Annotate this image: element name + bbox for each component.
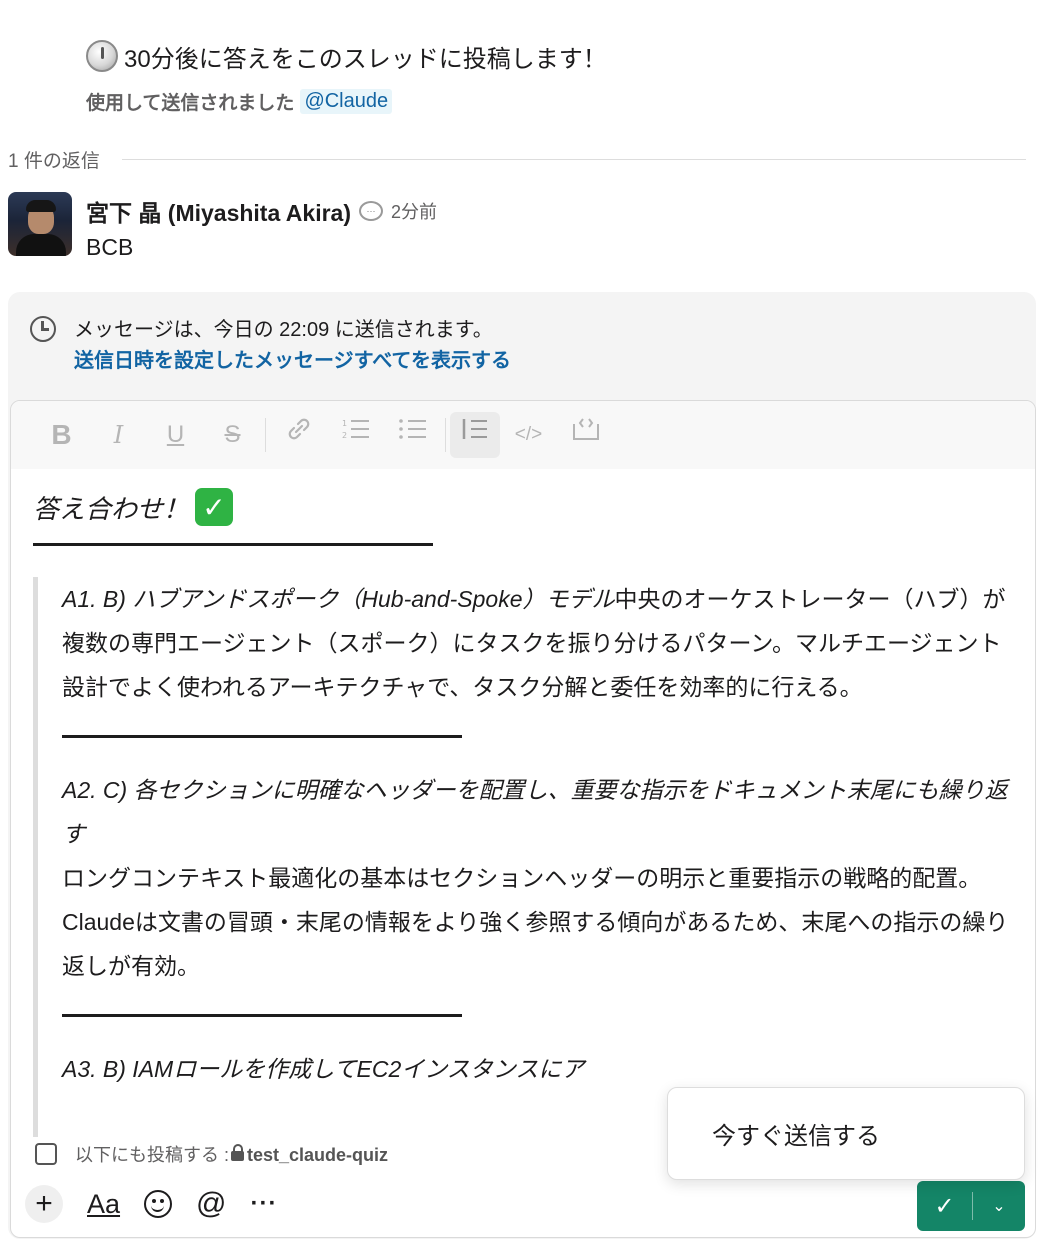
underline-button[interactable]: U [147, 415, 204, 455]
bullet-list-icon[interactable] [384, 415, 441, 455]
format-toolbar: B I U S 12 </> [11, 401, 1035, 469]
more-icon[interactable]: ··· [251, 1190, 278, 1218]
reply-timestamp[interactable]: 2分前 [391, 198, 437, 224]
plus-icon[interactable]: + [25, 1185, 63, 1223]
bullet-list-glyph [398, 419, 426, 439]
crosspost-option: 以下にも投稿する : test_claude-quiz [35, 1141, 388, 1167]
author-name[interactable]: 宮下 晶 (Miyashita Akira) [86, 194, 351, 228]
confirm-schedule-button[interactable]: ✓ [917, 1192, 972, 1221]
divider-line [62, 1014, 462, 1017]
ordered-list-glyph: 12 [342, 419, 369, 440]
parent-message-line: 30分後に答えをこのスレッドに投稿します！ [86, 38, 607, 74]
send-button-group: ✓ ⌄ [917, 1181, 1025, 1231]
toolbar-divider [445, 418, 446, 452]
divider-line [33, 543, 433, 546]
code-block-glyph [572, 418, 599, 440]
sent-via-line: 使用して送信されました @Claude [86, 88, 607, 115]
view-scheduled-messages-link[interactable]: 送信日時を設定したメッセージすべてを表示する [74, 346, 511, 376]
link-glyph [288, 418, 309, 440]
answer-1: A1. B) ハブアンドスポーク（Hub-and-Spoke）モデル中央のオーケ… [62, 577, 1013, 709]
reply-count: 1 件の返信 [8, 151, 100, 172]
ordered-list-icon[interactable]: 12 [327, 415, 384, 455]
send-now-option[interactable]: 今すぐ送信する [712, 1116, 880, 1151]
lock-icon [231, 1144, 245, 1161]
answer-3: A3. B) IAMロールを作成してEC2インスタンスにア [62, 1047, 1013, 1091]
blockquote-icon[interactable] [450, 412, 500, 458]
parent-message: 30分後に答えをこのスレッドに投稿します！ 使用して送信されました @Claud… [86, 38, 607, 115]
svg-text:1: 1 [342, 419, 347, 428]
blockquote-glyph [462, 419, 487, 439]
answer-2: A2. C) 各セクションに明確なヘッダーを配置し、重要な指示をドキュメント末尾… [62, 768, 1013, 988]
reply-header: 宮下 晶 (Miyashita Akira) ··· 2分前 [86, 194, 437, 228]
parent-message-text: 30分後に答えをこのスレッドに投稿します！ [124, 45, 607, 73]
reply-text: BCB [86, 234, 134, 260]
claude-mention-link[interactable]: @Claude [300, 89, 393, 114]
emoji-icon[interactable] [144, 1190, 173, 1218]
crosspost-checkbox[interactable] [35, 1143, 57, 1165]
answer-3-choice: A3. B) IAMロールを作成してEC2インスタンスにア [62, 1056, 585, 1082]
editor-title-line: 答え合わせ！ ✓ [33, 485, 1013, 529]
chevron-down-icon[interactable]: ⌄ [973, 1196, 1025, 1216]
formatting-toggle-button[interactable]: Aa [87, 1189, 120, 1220]
italic-button[interactable]: I [90, 415, 147, 455]
avatar-hair [26, 200, 56, 212]
link-icon[interactable] [270, 415, 327, 455]
scheduled-notice-text: メッセージは、今日の 22:09 に送信されます。 [74, 319, 493, 341]
send-now-popup: 今すぐ送信する [667, 1087, 1025, 1180]
toolbar-divider [265, 418, 266, 452]
scheduled-notice: メッセージは、今日の 22:09 に送信されます。 送信日時を設定したメッセージ… [30, 314, 511, 376]
code-icon[interactable]: </> [500, 415, 557, 455]
crosspost-label: 以下にも投稿する : [75, 1145, 230, 1165]
editor-header[interactable]: 答え合わせ！ ✓ [33, 485, 1013, 546]
strikethrough-button[interactable]: S [204, 415, 261, 455]
editor-title: 答え合わせ！ [33, 493, 190, 524]
clock-icon [30, 316, 56, 342]
svg-text:2: 2 [342, 431, 347, 440]
crosspost-channel: test_claude-quiz [247, 1145, 389, 1165]
code-block-icon[interactable] [557, 415, 614, 455]
divider-line [62, 735, 462, 738]
mention-button[interactable]: @ [196, 1187, 226, 1221]
check-mark-emoji-icon: ✓ [195, 488, 234, 526]
composer-bottom-bar: + Aa @ ··· [25, 1181, 277, 1227]
avatar-body [16, 234, 66, 256]
reply-count-separator: 1 件の返信 [8, 146, 1026, 173]
separator-line [121, 159, 1026, 160]
answers-blockquote[interactable]: A1. B) ハブアンドスポーク（Hub-and-Spoke）モデル中央のオーケ… [33, 577, 1013, 1137]
sent-via-label: 使用して送信されました [86, 93, 295, 114]
avatar[interactable] [8, 192, 72, 256]
reply-message: 宮下 晶 (Miyashita Akira) ··· 2分前 BCB [8, 192, 437, 261]
answer-1-choice: A1. B) ハブアンドスポーク（Hub-and-Spoke）モデル [62, 586, 615, 612]
answer-2-body: ロングコンテキスト最適化の基本はセクションヘッダーの明示と重要指示の戦略的配置。… [62, 865, 1009, 979]
bold-button[interactable]: B [33, 415, 90, 455]
answer-2-choice: A2. C) 各セクションに明確なヘッダーを配置し、重要な指示をドキュメント末尾… [62, 777, 1008, 847]
speech-bubble-icon: ··· [358, 201, 383, 221]
stopwatch-icon [86, 40, 118, 72]
